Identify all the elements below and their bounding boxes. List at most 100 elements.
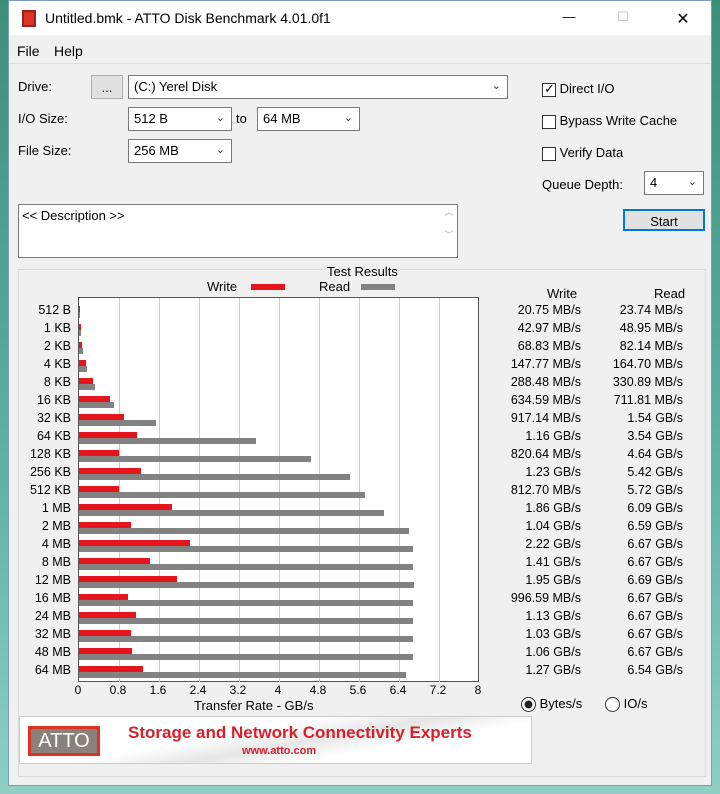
- read-bar: [79, 438, 256, 444]
- read-bar: [79, 312, 81, 318]
- io-size-from-select[interactable]: 512 B ⌄: [128, 107, 232, 131]
- radio-selected-icon[interactable]: [521, 697, 536, 713]
- read-bar: [79, 492, 365, 498]
- io-from-value: 512 B: [134, 111, 168, 126]
- gridline: [279, 298, 280, 682]
- read-bar: [79, 402, 114, 408]
- read-value: 164.70 MB/s: [612, 357, 683, 371]
- read-value: 6.67 GB/s: [627, 555, 683, 569]
- atto-banner[interactable]: ATTO Storage and Network Connectivity Ex…: [19, 716, 532, 764]
- read-bar: [79, 672, 406, 678]
- bytes-label: Bytes/s: [539, 696, 583, 711]
- row-size-label: 1 MB: [41, 501, 71, 515]
- write-value: 812.70 MB/s: [510, 483, 581, 497]
- file-size-label: File Size:: [18, 143, 72, 158]
- file-size-select[interactable]: 256 MB ⌄: [128, 139, 232, 163]
- queue-depth-label: Queue Depth:: [542, 177, 623, 192]
- drive-select[interactable]: (C:) Yerel Disk ⌄: [128, 75, 508, 99]
- read-bar: [79, 654, 413, 660]
- read-value: 23.74 MB/s: [619, 303, 683, 317]
- maximize-button[interactable]: ☐: [603, 9, 643, 25]
- write-value: 1.06 GB/s: [525, 645, 581, 659]
- queue-depth-value: 4: [650, 175, 658, 190]
- read-bar: [79, 348, 83, 354]
- read-value: 5.42 GB/s: [627, 465, 683, 479]
- read-value: 6.67 GB/s: [627, 609, 683, 623]
- legend-write-swatch: [251, 284, 285, 290]
- menu-help[interactable]: Help: [54, 43, 83, 59]
- io-size-label: I/O Size:: [18, 111, 68, 126]
- row-size-label: 128 KB: [29, 447, 71, 461]
- start-button[interactable]: Start: [623, 209, 705, 231]
- read-bar: [79, 636, 413, 642]
- write-value: 1.95 GB/s: [525, 573, 581, 587]
- close-button[interactable]: ✕: [663, 9, 703, 29]
- bypass-write-cache-checkbox[interactable]: Bypass Write Cache: [542, 113, 677, 129]
- gridline: [199, 298, 200, 682]
- drive-value: (C:) Yerel Disk: [134, 79, 218, 94]
- gridline: [399, 298, 400, 682]
- minimize-button[interactable]: —: [549, 9, 589, 24]
- file-size-value: 256 MB: [134, 143, 179, 158]
- legend-write-label: Write: [207, 279, 238, 294]
- row-size-label: 64 KB: [36, 429, 71, 443]
- read-bar: [79, 366, 88, 372]
- row-size-label: 256 KB: [29, 465, 71, 479]
- io-size-to-select[interactable]: 64 MB ⌄: [257, 107, 360, 131]
- direct-io-checkbox[interactable]: ✓ Direct I/O: [542, 81, 615, 97]
- bytes-radio[interactable]: Bytes/s: [521, 696, 583, 713]
- x-tick-label: 1.6: [149, 683, 167, 697]
- menu-file[interactable]: File: [17, 43, 40, 59]
- read-value: 6.69 GB/s: [627, 573, 683, 587]
- io-to-value: 64 MB: [263, 111, 301, 126]
- window-title: Untitled.bmk - ATTO Disk Benchmark 4.01.…: [45, 10, 331, 26]
- app-icon: [22, 10, 36, 27]
- read-value: 711.81 MB/s: [613, 393, 683, 407]
- menu-bar: File Help: [9, 37, 711, 63]
- row-size-label: 12 MB: [34, 573, 71, 587]
- gridline: [359, 298, 360, 682]
- read-bar: [79, 528, 409, 534]
- row-size-label: 2 MB: [41, 519, 71, 533]
- row-size-label: 48 MB: [34, 645, 71, 659]
- queue-depth-select[interactable]: 4 ⌄: [644, 171, 704, 195]
- row-size-label: 8 MB: [41, 555, 71, 569]
- read-bar: [79, 384, 96, 390]
- io-radio[interactable]: IO/s: [605, 696, 648, 713]
- io-label: IO/s: [623, 696, 648, 711]
- write-value: 1.23 GB/s: [525, 465, 581, 479]
- scrollbar[interactable]: ︿ ﹀: [441, 205, 457, 257]
- gridline: [119, 298, 120, 682]
- write-value: 634.59 MB/s: [510, 393, 581, 407]
- row-size-label: 24 MB: [34, 609, 71, 623]
- chevron-down-icon: ⌄: [215, 144, 225, 156]
- x-tick-label: 8: [474, 683, 482, 697]
- write-value: 288.48 MB/s: [510, 375, 581, 389]
- checkbox-checked[interactable]: ✓: [542, 81, 556, 97]
- read-bar: [79, 510, 384, 516]
- chart-plot-area: [78, 297, 479, 682]
- banner-tagline: Storage and Network Connectivity Experts: [128, 723, 472, 742]
- write-value: 1.27 GB/s: [525, 663, 581, 677]
- gridline: [239, 298, 240, 682]
- radio-unselected-icon[interactable]: [605, 697, 620, 713]
- write-value: 996.59 MB/s: [510, 591, 581, 605]
- row-size-label: 16 MB: [34, 591, 71, 605]
- read-value: 6.67 GB/s: [627, 645, 683, 659]
- direct-io-label: Direct I/O: [559, 81, 615, 96]
- legend-read-label: Read: [319, 279, 351, 294]
- row-size-label: 4 KB: [43, 357, 71, 371]
- row-size-label: 2 KB: [43, 339, 71, 353]
- read-value: 48.95 MB/s: [619, 321, 683, 335]
- bypass-write-cache-label: Bypass Write Cache: [559, 113, 678, 128]
- verify-data-checkbox[interactable]: Verify Data: [542, 145, 623, 161]
- write-value: 1.03 GB/s: [525, 627, 581, 641]
- read-bar: [79, 330, 82, 336]
- checkbox-unchecked[interactable]: [542, 114, 556, 129]
- row-size-label: 1 KB: [43, 321, 71, 335]
- x-tick-label: 4.8: [309, 683, 327, 697]
- description-textarea[interactable]: << Description >> ︿ ﹀: [18, 204, 458, 258]
- verify-data-label: Verify Data: [559, 145, 624, 160]
- browse-button[interactable]: ...: [91, 75, 123, 99]
- checkbox-unchecked[interactable]: [542, 146, 556, 161]
